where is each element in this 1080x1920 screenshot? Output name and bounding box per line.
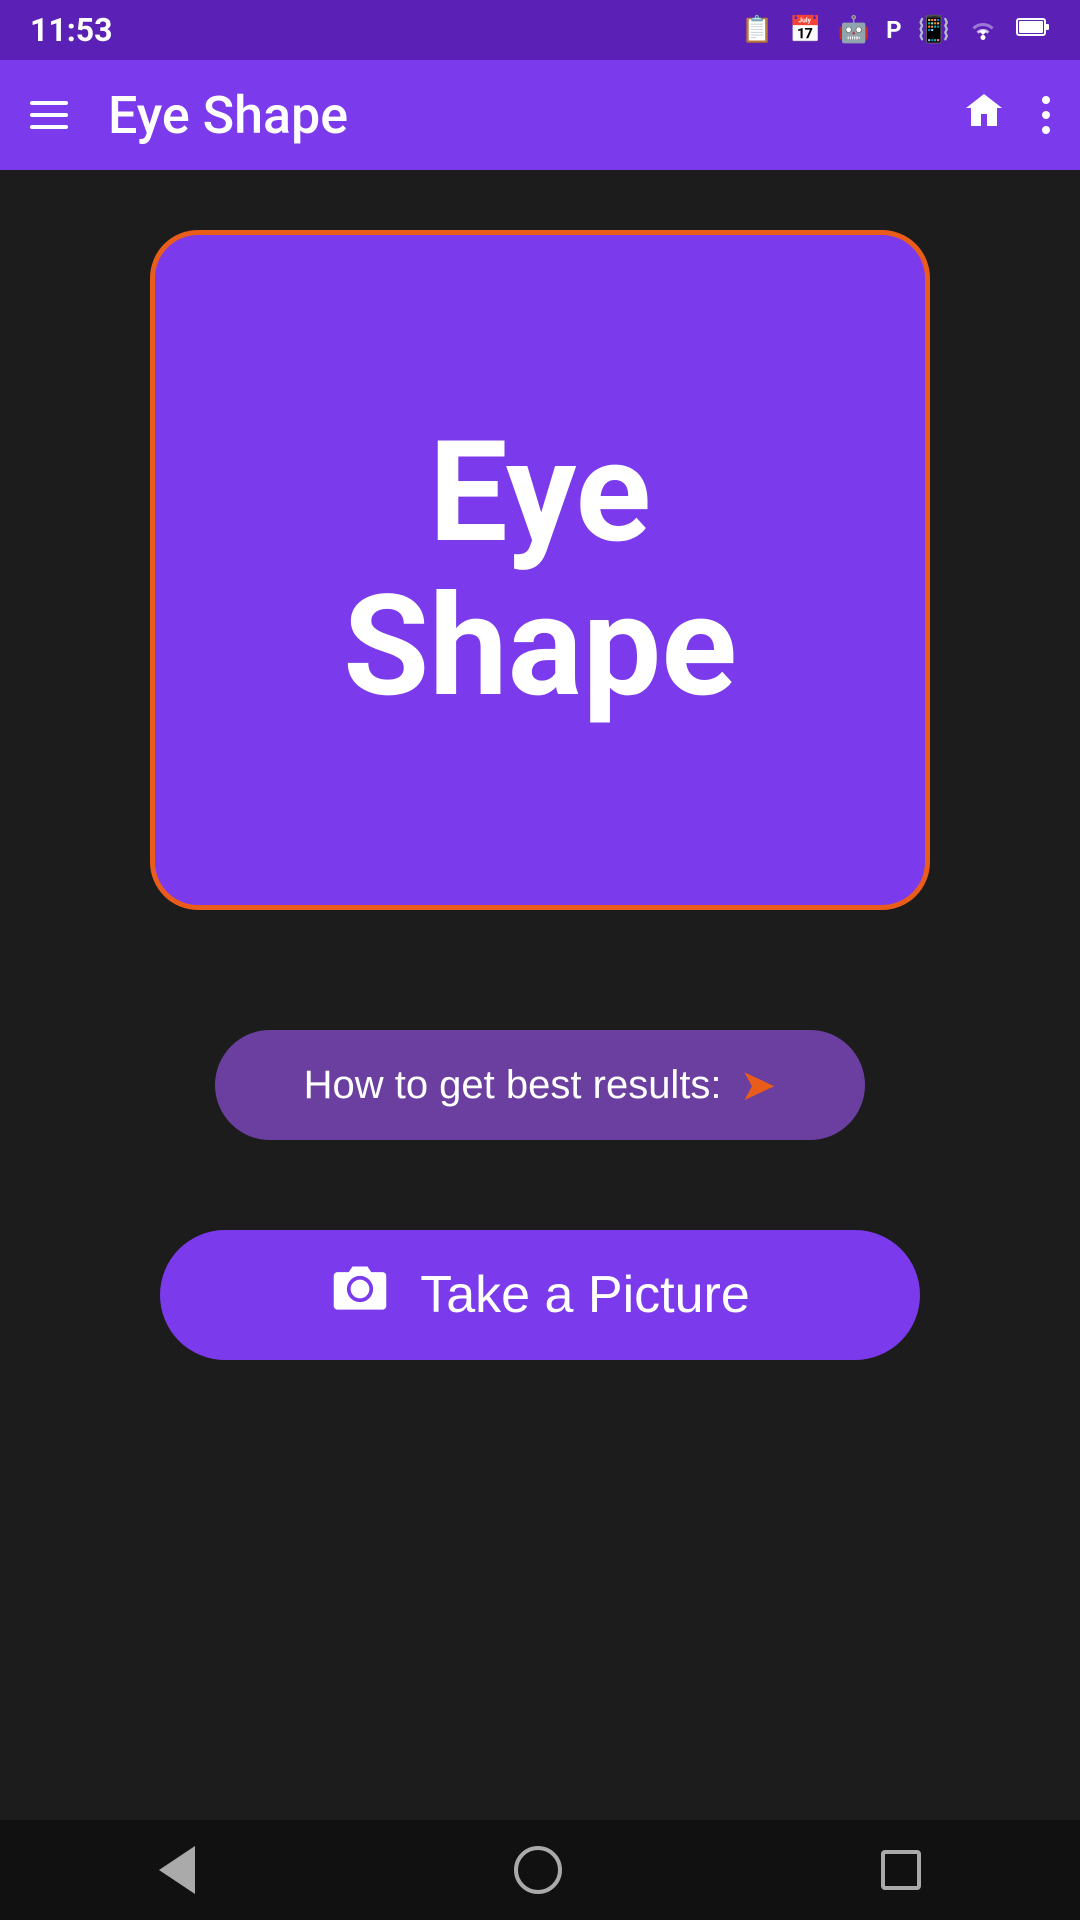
app-title: Eye Shape (108, 85, 962, 146)
arrow-right-icon: ➤ (740, 1060, 777, 1111)
battery-icon (1016, 15, 1050, 45)
eye-shape-card-text: Eye Shape (343, 416, 737, 724)
how-to-button[interactable]: How to get best results: ➤ (215, 1030, 865, 1140)
nav-bar (0, 1820, 1080, 1920)
home-button[interactable] (962, 88, 1006, 143)
android-icon: 🤖 (838, 15, 870, 45)
take-picture-button[interactable]: Take a Picture (160, 1230, 920, 1360)
clipboard-icon: 📋 (741, 15, 773, 45)
app-bar: Eye Shape (0, 60, 1080, 170)
camera-icon (330, 1259, 390, 1332)
parking-icon: P (886, 16, 901, 44)
hamburger-menu-button[interactable] (30, 101, 68, 129)
main-content: Eye Shape How to get best results: ➤ Tak… (0, 170, 1080, 1820)
calendar-icon: 📅 (789, 15, 821, 45)
status-bar: 11:53 📋 📅 🤖 P 📳 (0, 0, 1080, 60)
nav-home-button[interactable] (514, 1846, 562, 1894)
vibrate-icon: 📳 (918, 15, 950, 45)
recents-square-icon (881, 1850, 921, 1890)
nav-back-button[interactable] (159, 1846, 195, 1894)
status-icons: 📋 📅 🤖 P 📳 (741, 13, 1050, 48)
status-time: 11:53 (30, 11, 112, 49)
nav-recents-button[interactable] (881, 1850, 921, 1890)
app-bar-actions (962, 88, 1050, 143)
how-to-text: How to get best results: ➤ (304, 1060, 777, 1111)
back-icon (159, 1846, 195, 1894)
wifi-icon (966, 13, 1000, 48)
more-options-button[interactable] (1042, 96, 1050, 134)
eye-shape-card: Eye Shape (150, 230, 930, 910)
home-circle-icon (514, 1846, 562, 1894)
take-picture-label: Take a Picture (420, 1265, 750, 1325)
